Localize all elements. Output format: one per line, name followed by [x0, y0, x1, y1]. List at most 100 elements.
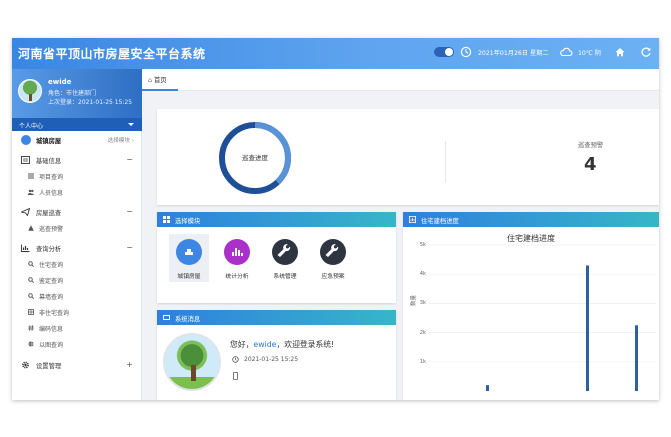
sidebar-item-personnel[interactable]: 人员信息	[12, 184, 142, 200]
sidebar-item-label: 设置管理	[36, 363, 62, 370]
personal-center-label: 个人中心	[19, 123, 44, 130]
system-message-card: 系统消息 您好，ewide，欢迎登录系统! 2021-01-25 15:25	[157, 310, 396, 400]
card-header: 选择模块	[157, 212, 396, 227]
avatar[interactable]	[18, 79, 42, 103]
expand-icon[interactable]: +	[126, 360, 133, 369]
sidebar-item-label: 房屋巡查	[36, 210, 62, 217]
module-label: 系统管理	[273, 274, 297, 280]
module-city-housing[interactable]: 城镇房屋	[169, 234, 209, 282]
sidebar-item-city-housing[interactable]: 城镇房屋 选择模块 ›	[12, 132, 142, 148]
sidebar-group-query-analysis[interactable]: 查询分析 −	[12, 240, 142, 256]
app-window: 河南省平顶山市房屋安全平台系统 2021年01月26日 星期二 10℃ 阴 ew…	[12, 38, 659, 400]
y-tick-label: 5k	[419, 242, 426, 248]
sidebar-item-project-query[interactable]: 项目查询	[12, 168, 142, 184]
top-header: 河南省平顶山市房屋安全平台系统 2021年01月26日 星期二 10℃ 阴	[12, 38, 659, 69]
sidebar-item-label: 鉴定查询	[39, 278, 64, 285]
y-tick-label: 3k	[419, 300, 426, 307]
chart-bar[interactable]	[486, 385, 489, 391]
chart-bar[interactable]	[635, 325, 638, 391]
module-label: 统计分析	[225, 274, 249, 280]
paper-plane-icon	[21, 208, 30, 216]
clock-icon	[232, 356, 239, 363]
sidebar-group-settings[interactable]: 设置管理 +	[12, 357, 142, 373]
warning-icon	[28, 225, 34, 231]
y-tick-label: 1k	[419, 358, 426, 365]
sidebar-item-non-residence-query[interactable]: 非住宅查询	[12, 304, 142, 320]
tab-bar: ⌂ 首页	[142, 69, 659, 91]
sidebar-item-residence-query[interactable]: 住宅查询	[12, 256, 142, 272]
search-icon	[28, 261, 34, 267]
sidebar-item-patrol-warning[interactable]: 巡查预警	[12, 220, 142, 236]
building-icon	[176, 239, 202, 265]
sidebar-item-label: 非住宅查询	[39, 310, 70, 317]
list-box-icon	[21, 156, 30, 164]
tab-home[interactable]: ⌂ 首页	[148, 75, 167, 84]
personal-center-dropdown[interactable]: 个人中心	[12, 118, 142, 131]
mobile-icon	[233, 372, 238, 380]
user-role: 角色：市住建部门	[48, 90, 97, 97]
module-system-admin[interactable]: 系统管理	[265, 234, 305, 282]
patrol-progress-donut: 巡查进度	[216, 119, 294, 197]
card-title: 系统消息	[175, 316, 201, 323]
refresh-icon[interactable]	[640, 46, 652, 58]
sidebar-item-code-info[interactable]: 编码信息	[12, 320, 142, 336]
caret-down-icon	[128, 123, 134, 126]
cloud-icon	[560, 47, 573, 57]
theme-toggle[interactable]	[434, 47, 454, 57]
module-select-card: 选择模块 城镇房屋 统计分析 系统管理 应急预案	[157, 212, 396, 303]
date-text: 2021年01月26日 星期二	[478, 50, 549, 57]
patrol-progress-label: 巡查进度	[242, 154, 268, 162]
y-tick-label: 4k	[419, 271, 426, 278]
select-module-link[interactable]: 选择模块 ›	[108, 136, 134, 144]
overview-card: 巡查进度 巡查预警 4	[157, 109, 659, 205]
module-emergency-plan[interactable]: 应急预案	[313, 234, 353, 282]
gear-icon	[22, 361, 29, 369]
home-icon[interactable]	[614, 46, 626, 58]
bar-chart-icon	[224, 239, 250, 265]
card-title: 选择模块	[175, 218, 201, 225]
search-icon	[28, 277, 34, 283]
collapse-icon[interactable]: −	[126, 155, 133, 164]
user-panel: ewide 角色：市住建部门 上次登录：2021-01-25 15:25	[12, 69, 142, 118]
tab-label: 首页	[154, 77, 167, 84]
message-avatar	[163, 333, 221, 391]
welcome-username: ewide	[253, 340, 277, 349]
sidebar-item-label: 查询分析	[36, 246, 62, 253]
welcome-message: 您好，ewide，欢迎登录系统!	[230, 340, 335, 349]
sidebar-item-label: 城镇房屋	[36, 138, 62, 145]
house-circle-icon	[21, 135, 31, 145]
card-header: 住宅建档进度	[403, 212, 659, 227]
sidebar-item-map-query[interactable]: 以图查询	[12, 336, 142, 352]
residence-progress-card: 住宅建档进度 住宅建档进度 数量 5k 4k 3k 2k 1k	[403, 212, 659, 400]
active-tab-indicator	[142, 89, 178, 91]
sidebar-item-label: 幕墙查询	[39, 294, 64, 301]
patrol-warning-count[interactable]: 4	[584, 154, 597, 175]
y-tick-label: 2k	[419, 329, 426, 336]
wrench-icon	[320, 239, 346, 265]
sidebar-item-label: 人员信息	[39, 190, 64, 197]
sidebar-item-appraisal-query[interactable]: 鉴定查询	[12, 272, 142, 288]
bar-chart-icon	[21, 244, 30, 252]
card-header: 系统消息	[157, 310, 396, 325]
wrench-icon	[272, 239, 298, 265]
sidebar-group-patrol[interactable]: 房屋巡查 −	[12, 204, 142, 220]
user-last-login: 上次登录：2021-01-25 15:25	[48, 99, 133, 106]
sidebar-item-label: 住宅查询	[39, 262, 64, 269]
app-title: 河南省平顶山市房屋安全平台系统	[18, 47, 206, 61]
sidebar-item-curtain-wall-query[interactable]: 幕墙查询	[12, 288, 142, 304]
module-label: 应急预案	[321, 274, 345, 280]
grid-icon	[163, 216, 170, 223]
chart-bar[interactable]	[586, 265, 589, 391]
sidebar-group-basic-info[interactable]: 基础信息 −	[12, 152, 142, 168]
sidebar-item-label: 巡查预警	[39, 226, 64, 233]
module-statistics[interactable]: 统计分析	[217, 234, 257, 282]
collapse-icon[interactable]: −	[126, 243, 133, 252]
weather-text: 10℃ 阴	[578, 50, 601, 57]
message-time: 2021-01-25 15:25	[244, 356, 299, 363]
patrol-warning-label: 巡查预警	[578, 142, 604, 149]
divider	[445, 141, 446, 183]
grid-icon	[28, 309, 34, 315]
sidebar-item-label: 以图查询	[39, 342, 64, 349]
collapse-icon[interactable]: −	[126, 207, 133, 216]
search-icon	[28, 293, 34, 299]
